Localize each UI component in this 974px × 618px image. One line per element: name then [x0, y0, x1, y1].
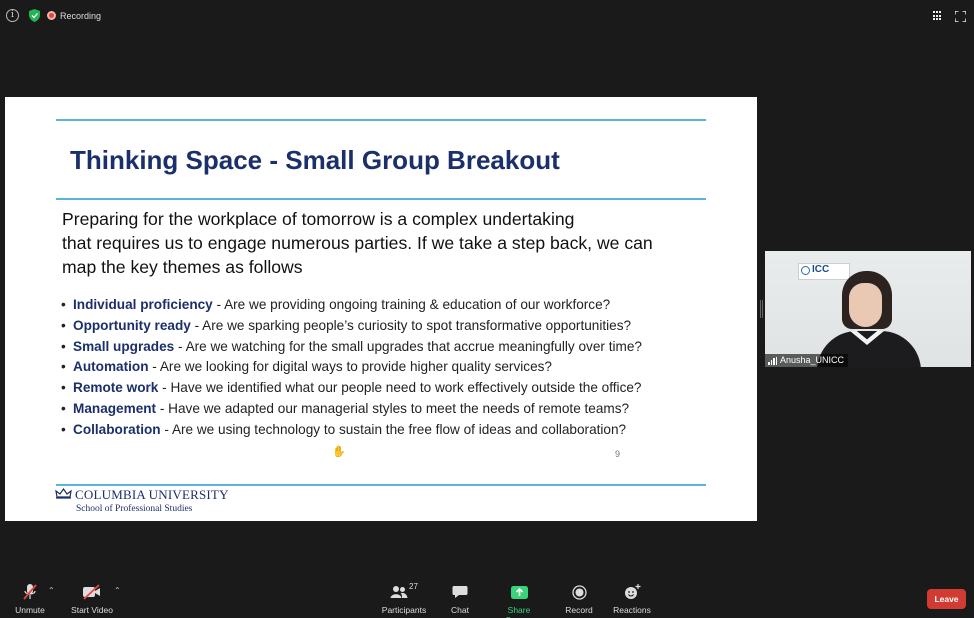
share-screen-label: Share Screen [506, 605, 533, 618]
theme-item: • Individual proficiency - Are we providi… [61, 297, 611, 312]
slide-title-rule [56, 198, 706, 200]
record-icon [564, 582, 594, 602]
start-video-button[interactable]: Start Video [70, 582, 114, 615]
unmute-label: Unmute [15, 605, 45, 615]
theme-list: • Individual proficiency - Are we providi… [61, 295, 642, 441]
recording-indicator[interactable]: Recording [47, 8, 101, 23]
participant-name: Anusha_UNICC [780, 355, 845, 365]
info-icon[interactable]: i [6, 9, 19, 22]
hand-cursor-icon: ✋ [332, 446, 346, 458]
audio-options-caret-icon[interactable]: ⌃ [48, 586, 55, 595]
connection-signal-icon [768, 356, 777, 365]
theme-term: Collaboration [73, 421, 161, 437]
participant-video-tile[interactable]: ICC Anusha_UNICC [765, 251, 971, 367]
participants-count: 27 [409, 582, 418, 591]
participants-icon-row: 27 [381, 582, 427, 602]
participants-icon [390, 586, 408, 598]
theme-item: • Opportunity ready - Are we sparking peo… [61, 317, 632, 333]
record-button[interactable]: Record [564, 582, 594, 615]
recording-label: Recording [60, 10, 102, 21]
theme-term: Automation [73, 359, 149, 375]
theme-question: - Are we providing ongoing training & ed… [212, 297, 611, 312]
chat-icon [447, 582, 473, 602]
slide-footer-rule [56, 484, 706, 486]
leave-button[interactable]: Leave [927, 589, 966, 609]
theme-item: • Small upgrades - Are we watching for th… [61, 338, 642, 354]
icc-logo-text: ICC [812, 264, 830, 275]
shield-icon[interactable] [29, 9, 40, 22]
video-options-caret-icon[interactable]: ⌃ [114, 586, 121, 595]
participant-name-tag: Anusha_UNICC [765, 354, 849, 367]
muted-microphone-icon [12, 582, 48, 602]
theme-item: • Automation - Are we looking for digital… [61, 359, 552, 375]
record-label: Record [565, 605, 593, 615]
gallery-view-icon[interactable] [933, 11, 943, 21]
participants-button[interactable]: 27 Participants [381, 582, 427, 615]
theme-question: - Are we looking for digital ways to pro… [148, 359, 552, 375]
un-emblem-icon [801, 266, 810, 275]
theme-term: Opportunity ready [73, 317, 191, 333]
chat-label: Chat [451, 605, 469, 615]
reactions-icon [613, 582, 651, 602]
theme-question: - Are we sparking people’s curiosity to … [190, 317, 632, 333]
participant-face [849, 283, 882, 327]
theme-term: Remote work [73, 380, 159, 396]
fullscreen-icon[interactable] [955, 11, 966, 22]
theme-item: • Remote work - Have we identified what o… [61, 380, 642, 396]
logo-university-name: COLUMBIA UNIVERSITY [75, 487, 229, 502]
slide-intro-text: Preparing for the workplace of tomorrow … [62, 209, 653, 277]
slide-top-rule [56, 119, 706, 121]
slide-page-number: 9 [615, 449, 621, 459]
theme-question: - Have we adapted our managerial styles … [156, 400, 630, 416]
theme-term: Individual proficiency [73, 297, 213, 312]
share-screen-button[interactable]: Share Screen [494, 582, 544, 618]
start-video-label: Start Video [71, 605, 113, 615]
meeting-top-bar: i Recording [0, 0, 974, 30]
crown-icon [55, 488, 72, 499]
unmute-button[interactable]: Unmute [12, 582, 48, 615]
participants-label: Participants [381, 605, 427, 615]
theme-item: • Collaboration - Are we using technology… [61, 421, 627, 437]
theme-term: Small upgrades [73, 338, 175, 354]
meeting-toolbar: Unmute ⌃ Start Video ⌃ 27 Participants C… [0, 578, 974, 618]
share-screen-icon [494, 582, 544, 602]
video-off-icon [70, 582, 114, 602]
reactions-label: Reactions [613, 605, 651, 615]
theme-question: - Are we using technology to sustain the… [160, 421, 627, 437]
chat-button[interactable]: Chat [447, 582, 473, 615]
theme-question: - Have we identified what our people nee… [158, 380, 642, 396]
recording-icon [47, 11, 56, 20]
reactions-button[interactable]: Reactions [613, 582, 651, 615]
panel-resize-handle[interactable] [760, 300, 763, 318]
shared-screen-slide: Thinking Space - Small Group Breakout Pr… [5, 97, 757, 521]
theme-question: - Are we watching for the small upgrades… [174, 338, 642, 354]
slide-title: Thinking Space - Small Group Breakout [70, 145, 560, 175]
logo-school-name: School of Professional Studies [76, 504, 193, 514]
theme-item: • Management - Have we adapted our manage… [61, 400, 630, 416]
theme-term: Management [73, 400, 157, 416]
